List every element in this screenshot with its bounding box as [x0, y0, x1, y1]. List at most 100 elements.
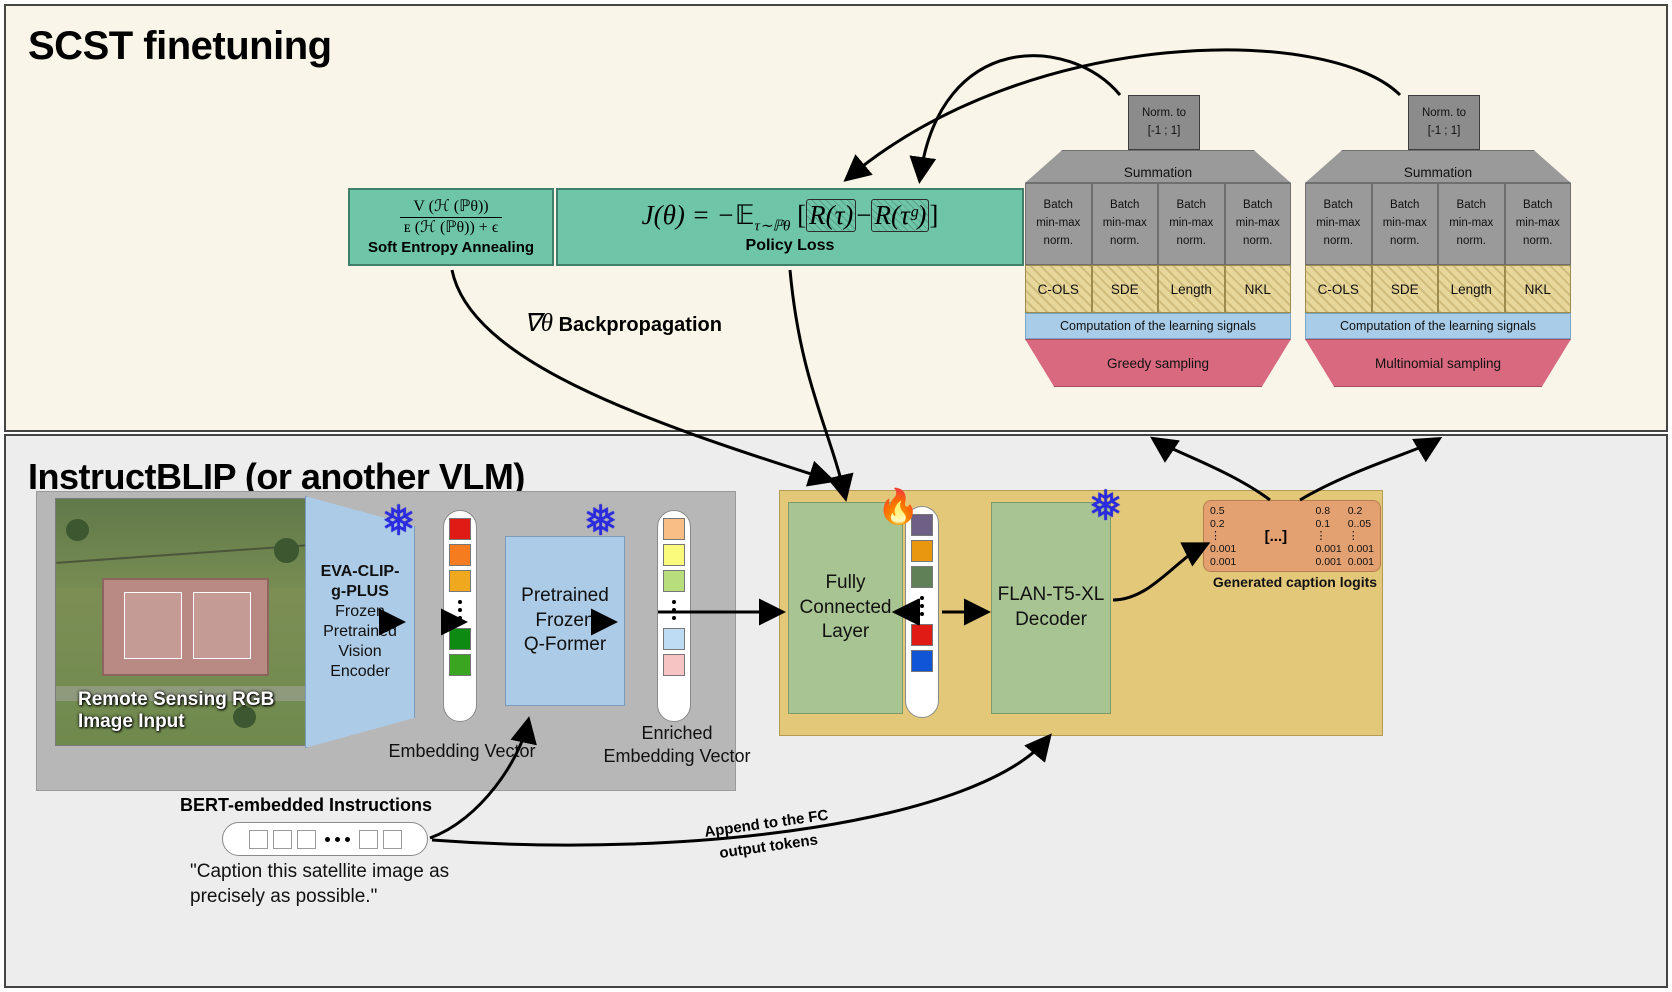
- flame-icon: 🔥: [877, 488, 920, 526]
- reward-column-greedy: Norm. to [-1 ; 1] Summation Batch min-ma…: [1021, 95, 1295, 420]
- logit-vdots: ⋮: [1210, 530, 1221, 543]
- policy-loss-label: Policy Loss: [745, 236, 835, 254]
- batch-norm-row-multinomial: Batch min-max norm. Batch min-max norm. …: [1305, 183, 1571, 265]
- encoder-line3: Frozen: [335, 603, 385, 620]
- decoder-line2: Decoder: [1015, 609, 1087, 630]
- policy-eq-expectation: 𝔼: [734, 200, 755, 231]
- policy-loss-equation: J(θ) = −𝔼τ∼ℙθ [R(τ) − R(τᵍ)]: [641, 199, 939, 235]
- bert-token: [272, 829, 292, 849]
- bert-token: [296, 829, 316, 849]
- logit-value: 0.2: [1210, 517, 1225, 530]
- reward-row-greedy: C-OLS SDE Length NKL: [1025, 265, 1291, 313]
- batch-norm-l2: min-max: [1316, 217, 1361, 230]
- summation-trapezoid-multinomial: Summation: [1305, 150, 1571, 183]
- batch-norm-l1: Batch: [1523, 199, 1553, 212]
- embedding-cell: [449, 628, 471, 650]
- batch-norm-l2: min-max: [1235, 217, 1280, 230]
- image-court: [192, 592, 251, 659]
- batch-norm-l3: norm.: [1390, 234, 1420, 247]
- snowflake-icon: ❅: [583, 497, 619, 544]
- embedding-vector: [443, 510, 477, 722]
- embedding-cell: [449, 570, 471, 592]
- bert-token: [248, 829, 268, 849]
- logit-value: 0.8: [1315, 505, 1331, 517]
- encoder-line6: Encoder: [330, 663, 390, 680]
- policy-eq-subscript: τ∼ℙθ: [754, 218, 791, 235]
- bert-instructions-label: BERT-embedded Instructions: [180, 795, 433, 815]
- summation-trapezoid-greedy: Summation: [1025, 150, 1291, 183]
- snowflake-icon: ❅: [1088, 482, 1124, 529]
- sea-numerator: V (ℋ (ℙθ)): [413, 197, 489, 215]
- batch-norm-l2: min-max: [1102, 217, 1147, 230]
- batch-norm-cell: Batch min-max norm.: [1224, 183, 1291, 265]
- encoder-line4: Pretrained: [323, 623, 397, 640]
- snowflake-icon: ❅: [381, 497, 417, 544]
- policy-eq-bracket-open: [: [797, 200, 807, 231]
- logit-value: 0.001: [1315, 555, 1342, 568]
- norm-to-range-box-greedy: Norm. to [-1 ; 1]: [1128, 95, 1200, 150]
- enriched-cell: [663, 654, 685, 676]
- norm-line-1: Norm. to: [1141, 107, 1187, 120]
- policy-eq-minus: −: [856, 200, 872, 231]
- satellite-image: Remote Sensing RGB Image Input: [55, 498, 310, 746]
- qformer-block: Pretrained Frozen Q-Former: [505, 536, 625, 706]
- batch-norm-cell: Batch min-max norm.: [1158, 183, 1225, 265]
- batch-norm-cell: Batch min-max norm.: [1371, 183, 1438, 265]
- enriched-cell: [663, 544, 685, 566]
- policy-loss-box: J(θ) = −𝔼τ∼ℙθ [R(τ) − R(τᵍ)] Policy Loss: [556, 188, 1024, 266]
- instruction-prompt-text: "Caption this satellite image as precise…: [190, 861, 450, 907]
- soft-entropy-fraction: V (ℋ (ℙθ)) ᴇ (ℋ (ℙθ)) + ϵ: [399, 197, 503, 238]
- fc-line3: Layer: [821, 621, 870, 643]
- flan-t5-decoder-block: FLAN-T5-XL Decoder: [991, 502, 1111, 714]
- embedding-cell: [449, 518, 471, 540]
- logit-value: 0.001: [1347, 555, 1374, 568]
- backpropagation-label: ∇θ Backpropagation: [524, 308, 722, 338]
- fc-output-vector: [905, 506, 939, 718]
- bert-token-pill: [222, 822, 428, 856]
- embedding-cell: [449, 544, 471, 566]
- encoder-name-line1: EVA-CLIP-: [320, 563, 400, 580]
- batch-norm-cell: Batch min-max norm.: [1438, 183, 1505, 265]
- logit-value: 0.2: [1347, 505, 1363, 517]
- reward-cell-length: Length: [1158, 265, 1225, 313]
- policy-eq-reward-greedy: R(τᵍ): [871, 199, 930, 233]
- policy-eq-lhs: J(θ) = −: [641, 200, 735, 231]
- qformer-line2: Frozen: [535, 609, 595, 631]
- generated-caption-logits-box: 0.5 0.2 ⋮ 0.001 0.001 [...] 0.8 0.1 ⋮ 0.…: [1203, 500, 1381, 572]
- image-input-caption: Remote Sensing RGB Image Input: [78, 689, 275, 732]
- logits-column-2: 0.8 0.1 ⋮ 0.001 0.001: [1315, 505, 1342, 568]
- qformer-line1: Pretrained: [521, 584, 609, 606]
- policy-eq-reward-sampled: R(τ): [806, 199, 857, 233]
- batch-norm-l2: min-max: [1449, 217, 1494, 230]
- logit-value: 0.001: [1210, 555, 1237, 568]
- reward-cell-cols: C-OLS: [1025, 265, 1092, 313]
- enriched-vector-label: Enriched Embedding Vector: [603, 723, 751, 766]
- enriched-cell: [663, 628, 685, 650]
- batch-norm-l3: norm.: [1323, 234, 1353, 247]
- vertical-dots-icon: [458, 596, 462, 624]
- batch-norm-l3: norm.: [1523, 234, 1553, 247]
- batch-norm-l1: Batch: [1176, 199, 1206, 212]
- nabla-symbol: ∇θ: [524, 310, 554, 337]
- reward-column-multinomial: Norm. to [-1 ; 1] Summation Batch min-ma…: [1301, 95, 1575, 420]
- batch-norm-cell: Batch min-max norm.: [1504, 183, 1571, 265]
- scst-panel-title: SCST finetuning: [28, 24, 332, 68]
- policy-eq-bracket-close: ]: [929, 200, 939, 231]
- reward-cell-sde: SDE: [1371, 265, 1438, 313]
- horizontal-dots-icon: [324, 836, 350, 842]
- batch-norm-l3: norm.: [1110, 234, 1140, 247]
- embedding-cell: [449, 654, 471, 676]
- logit-vdots: ⋮: [1347, 530, 1359, 543]
- sea-label: Soft Entropy Annealing: [367, 239, 535, 257]
- logit-value: 0.1: [1315, 517, 1331, 530]
- norm-line-2: [-1 ; 1]: [1147, 124, 1181, 137]
- logits-column-3: 0.2 0..05 ⋮ 0.001 0.001: [1347, 505, 1374, 568]
- fc-cell: [911, 540, 933, 562]
- batch-norm-l2: min-max: [1036, 217, 1081, 230]
- image-tree: [66, 518, 89, 541]
- bert-token: [382, 829, 402, 849]
- fc-line1: Fully: [825, 571, 866, 593]
- logit-value: 0.001: [1210, 543, 1237, 556]
- fc-cell: [911, 650, 933, 672]
- bert-token: [358, 829, 378, 849]
